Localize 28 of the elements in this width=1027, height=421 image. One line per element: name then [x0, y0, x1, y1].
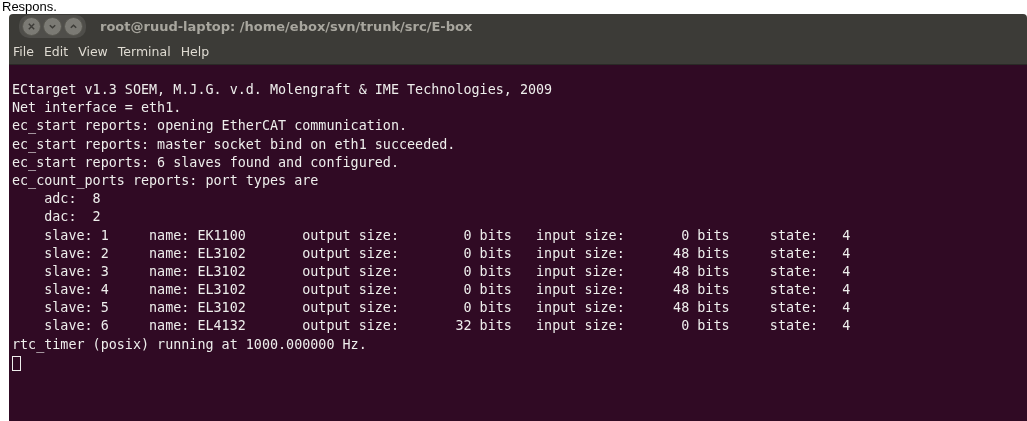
terminal-line: rtc_timer (posix) running at 1000.000000 Hz. [12, 335, 367, 354]
caption-text: Respons. [1, 0, 57, 14]
close-icon [27, 21, 36, 31]
chevron-up-icon [69, 21, 78, 31]
menu-item[interactable]: Terminal [117, 43, 171, 59]
terminal-line: Net interface = eth1. [12, 99, 182, 118]
terminal-line: ec_start reports: 6 slaves found and configured. [12, 153, 399, 172]
terminal-line: ec_count_ports reports: port types are [12, 171, 319, 191]
terminal-cursor-icon [12, 355, 21, 371]
terminal-line: slave: 4 name: EL3102 output size: 0 bits input size: 48 bits state: 4 [43, 281, 851, 300]
menu-item[interactable]: View [78, 43, 108, 59]
terminal-line: slave: 5 name: EL3102 output size: 0 bits input size: 48 bits state: 4 [43, 299, 851, 318]
close-button[interactable] [22, 16, 41, 36]
terminal-line: ec_start reports: opening EtherCAT communication. [12, 117, 408, 136]
menu-item[interactable]: Edit [43, 43, 69, 59]
terminal-line: slave: 6 name: EL4132 output size: 32 bits input size: 0 bits state: 4 [43, 317, 851, 336]
terminal-line: slave: 1 name: EK1100 output size: 0 bits input size: 0 bits state: 4 [43, 226, 851, 245]
minimize-button[interactable] [43, 16, 62, 36]
maximize-button[interactable] [64, 16, 83, 36]
terminal-line: slave: 3 name: EL3102 output size: 0 bits input size: 48 bits state: 4 [43, 262, 851, 281]
terminal-line: slave: 2 name: EL3102 output size: 0 bits input size: 48 bits state: 4 [43, 244, 851, 263]
menu-item[interactable]: File [13, 43, 34, 59]
menu-item[interactable]: Help [180, 43, 210, 59]
terminal-line: ec_start reports: master socket bind on eth1 succeeded. [12, 135, 456, 154]
terminal-line: ECtarget v1.3 SOEM, M.J.G. v.d. Molengraft & IME Technologies, 2009 [12, 81, 553, 99]
terminal-line: dac: 2 [43, 208, 101, 227]
window-title: root@ruud-laptop: /home/ebox/svn/trunk/src/E-box [100, 18, 473, 34]
terminal-line: adc: 8 [43, 190, 101, 209]
